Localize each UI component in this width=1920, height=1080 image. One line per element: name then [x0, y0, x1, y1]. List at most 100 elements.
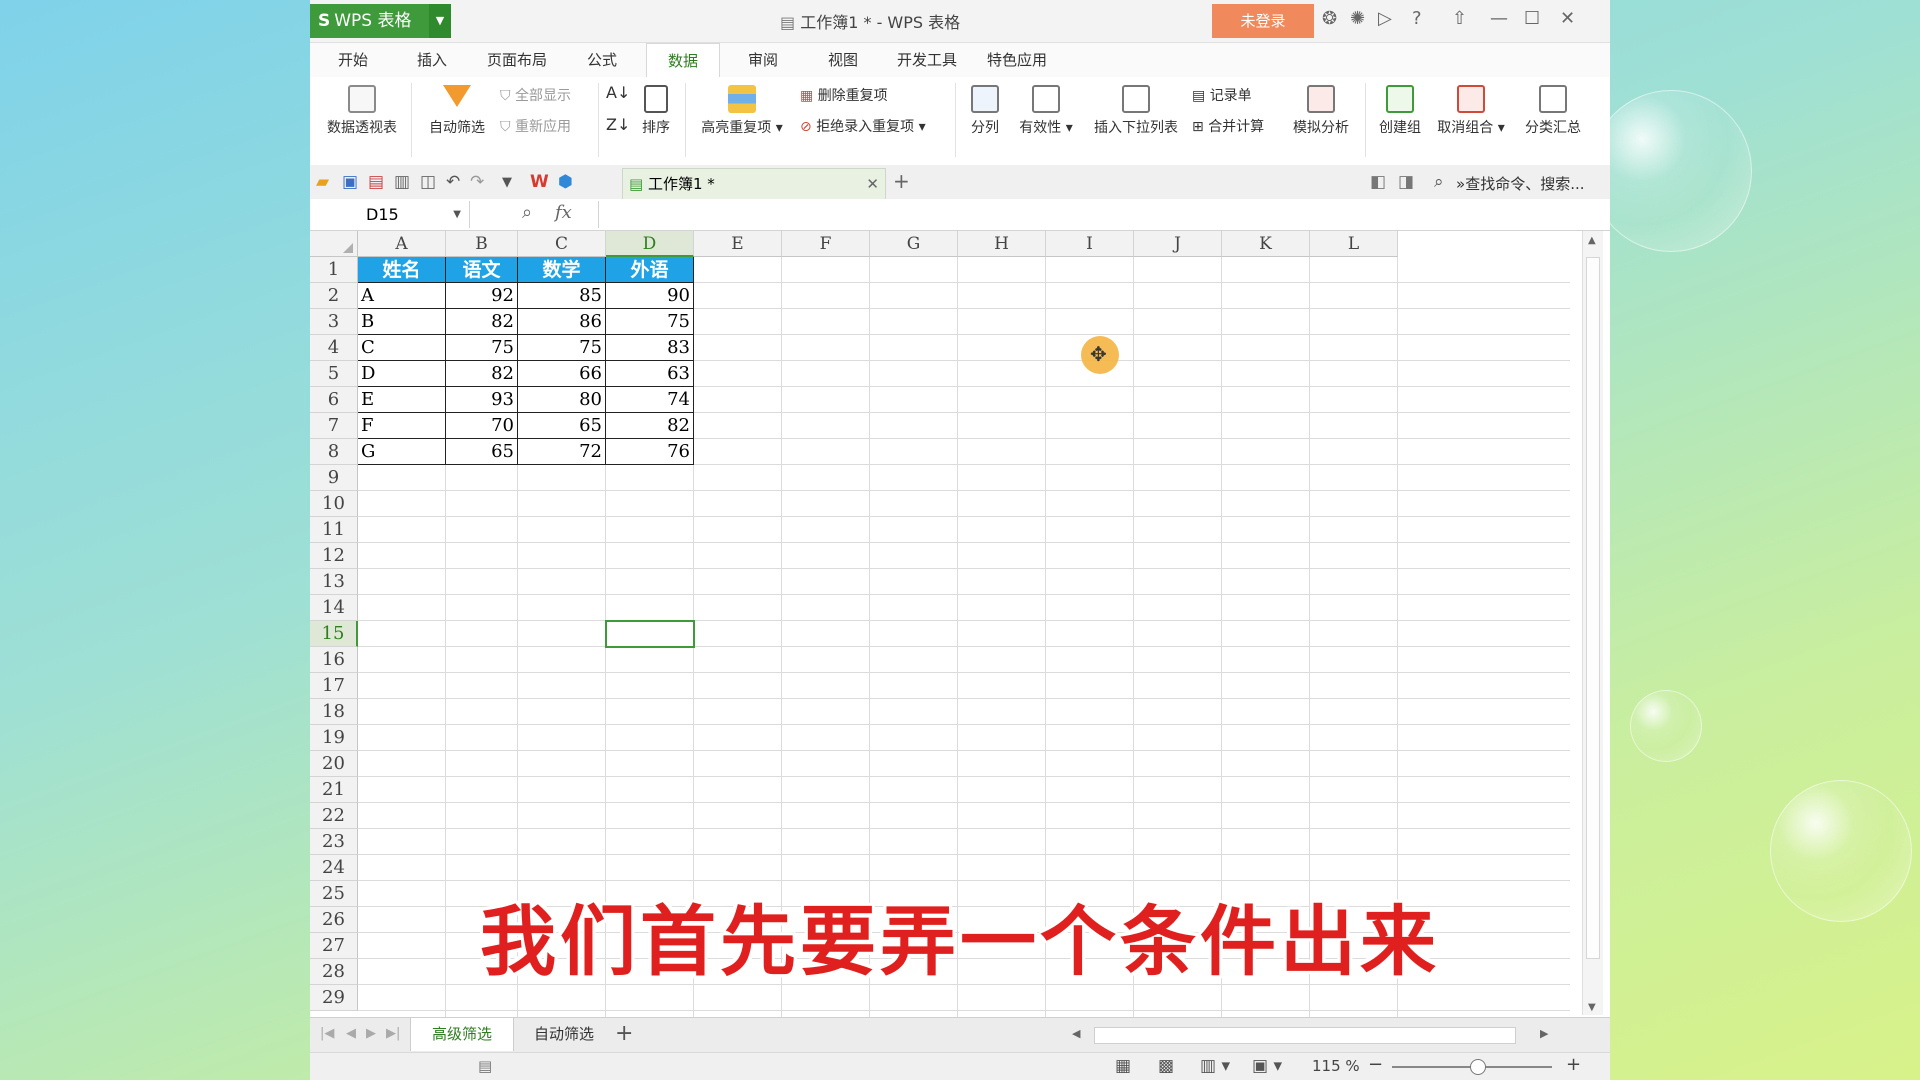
- cell-C7[interactable]: 65: [518, 413, 606, 439]
- row-header-15[interactable]: 15: [310, 621, 358, 647]
- close-icon[interactable]: ✕: [1560, 8, 1575, 29]
- cell-D3[interactable]: 75: [606, 309, 694, 335]
- customize-dropdown-icon[interactable]: ▼: [502, 175, 512, 190]
- cell-C8[interactable]: 72: [518, 439, 606, 465]
- cell-C5[interactable]: 66: [518, 361, 606, 387]
- row-header-17[interactable]: 17: [310, 673, 358, 699]
- cell-A3[interactable]: B: [358, 309, 446, 335]
- redo-icon[interactable]: ↷: [470, 172, 484, 192]
- row-header-6[interactable]: 6: [310, 387, 358, 413]
- cell-B8[interactable]: 65: [446, 439, 518, 465]
- row-header-24[interactable]: 24: [310, 855, 358, 881]
- maximize-icon[interactable]: ☐: [1524, 8, 1540, 29]
- cell-B5[interactable]: 82: [446, 361, 518, 387]
- wps-w-icon[interactable]: W: [530, 172, 549, 192]
- column-header-J[interactable]: J: [1134, 231, 1222, 257]
- zoom-level[interactable]: 115 %: [1312, 1057, 1360, 1075]
- column-header-K[interactable]: K: [1222, 231, 1310, 257]
- cell-B3[interactable]: 82: [446, 309, 518, 335]
- row-header-11[interactable]: 11: [310, 517, 358, 543]
- cell-A4[interactable]: C: [358, 335, 446, 361]
- row-header-22[interactable]: 22: [310, 803, 358, 829]
- tab-review[interactable]: 审阅: [748, 43, 778, 77]
- scroll-thumb[interactable]: [1586, 257, 1600, 959]
- add-sheet-icon[interactable]: +: [615, 1021, 633, 1046]
- subtotal-button[interactable]: 分类汇总: [1520, 85, 1586, 137]
- prev-sheet-icon[interactable]: ◀: [346, 1026, 356, 1041]
- open-folder-icon[interactable]: ▰: [316, 172, 329, 192]
- auto-filter-button[interactable]: 自动筛选: [422, 85, 492, 137]
- row-header-18[interactable]: 18: [310, 699, 358, 725]
- next-sheet-icon[interactable]: ▶: [366, 1026, 376, 1041]
- active-cell-D15[interactable]: [605, 620, 695, 648]
- tab-data[interactable]: 数据: [646, 43, 720, 78]
- chevron-down-icon[interactable]: ▼: [429, 4, 451, 38]
- sort-ascending-icon[interactable]: A↓: [606, 83, 630, 102]
- pin-icon[interactable]: ◨: [1398, 172, 1414, 192]
- name-box[interactable]: D15 ▼: [310, 201, 470, 228]
- tab-page-layout[interactable]: 页面布局: [487, 43, 547, 77]
- zoom-slider-handle[interactable]: [1470, 1059, 1486, 1075]
- cell-A5[interactable]: D: [358, 361, 446, 387]
- column-header-H[interactable]: H: [958, 231, 1046, 257]
- cell-A8[interactable]: G: [358, 439, 446, 465]
- column-header-D[interactable]: D: [606, 231, 694, 257]
- ungroup-button[interactable]: 取消组合 ▾: [1434, 85, 1508, 137]
- print-preview-icon[interactable]: ◫: [420, 172, 436, 192]
- row-header-1[interactable]: 1: [310, 257, 358, 283]
- cell-B7[interactable]: 70: [446, 413, 518, 439]
- cell-D2[interactable]: 90: [606, 283, 694, 309]
- command-search-input[interactable]: »查找命令、搜索...: [1456, 173, 1585, 194]
- export-pdf-icon[interactable]: ▤: [368, 172, 384, 192]
- cell-D5[interactable]: 63: [606, 361, 694, 387]
- cell-B2[interactable]: 92: [446, 283, 518, 309]
- formula-input[interactable]: [598, 201, 1599, 228]
- pivot-table-button[interactable]: 数据透视表: [320, 85, 404, 137]
- column-header-L[interactable]: L: [1310, 231, 1398, 257]
- share-icon[interactable]: ▷: [1378, 8, 1392, 29]
- login-button[interactable]: 未登录: [1212, 4, 1314, 38]
- row-header-10[interactable]: 10: [310, 491, 358, 517]
- tab-developer[interactable]: 开发工具: [897, 43, 957, 77]
- chevron-down-icon[interactable]: ▼: [453, 201, 461, 228]
- row-header-23[interactable]: 23: [310, 829, 358, 855]
- scroll-up-icon[interactable]: ▲: [1588, 235, 1596, 246]
- zoom-in-icon[interactable]: +: [1566, 1054, 1581, 1075]
- print-icon[interactable]: ▥: [394, 172, 410, 192]
- cell-D1[interactable]: 外语: [606, 257, 694, 283]
- cell-D7[interactable]: 82: [606, 413, 694, 439]
- what-if-analysis-button[interactable]: 模拟分析: [1286, 85, 1356, 137]
- new-tab-plus-icon[interactable]: +: [893, 169, 910, 193]
- settings-icon[interactable]: ✺: [1350, 8, 1365, 29]
- undo-icon[interactable]: ↶: [446, 172, 460, 192]
- first-sheet-icon[interactable]: |◀: [320, 1026, 334, 1041]
- column-header-B[interactable]: B: [446, 231, 518, 257]
- page-layout-view-icon[interactable]: ▥ ▾: [1200, 1056, 1230, 1076]
- row-header-5[interactable]: 5: [310, 361, 358, 387]
- save-icon[interactable]: ▣: [342, 172, 358, 192]
- tab-formula[interactable]: 公式: [587, 43, 617, 77]
- column-header-I[interactable]: I: [1046, 231, 1134, 257]
- feedback-icon[interactable]: ◧: [1370, 172, 1386, 192]
- split-column-button[interactable]: 分列: [965, 85, 1005, 137]
- horizontal-scrollbar[interactable]: [1094, 1027, 1516, 1044]
- cell-C3[interactable]: 86: [518, 309, 606, 335]
- cell-D8[interactable]: 76: [606, 439, 694, 465]
- remove-duplicates-button[interactable]: ▦ 删除重复项: [800, 85, 888, 105]
- document-tab[interactable]: ▤ 工作簿1 * ✕: [622, 168, 886, 200]
- column-header-E[interactable]: E: [694, 231, 782, 257]
- last-sheet-icon[interactable]: ▶|: [386, 1026, 400, 1041]
- help-icon[interactable]: ?: [1412, 8, 1422, 29]
- cell-B4[interactable]: 75: [446, 335, 518, 361]
- merge-calculation-button[interactable]: ⊞ 合并计算: [1192, 116, 1264, 136]
- cell-C6[interactable]: 80: [518, 387, 606, 413]
- sheet-tab-advanced-filter[interactable]: 高级筛选: [410, 1018, 514, 1051]
- minimize-icon[interactable]: —: [1490, 8, 1508, 29]
- hscroll-right-icon[interactable]: ▶: [1540, 1027, 1548, 1040]
- tab-special[interactable]: 特色应用: [987, 43, 1047, 77]
- zoom-out-icon[interactable]: −: [1368, 1054, 1383, 1075]
- cell-D4[interactable]: 83: [606, 335, 694, 361]
- tab-start[interactable]: 开始: [338, 43, 368, 77]
- row-header-14[interactable]: 14: [310, 595, 358, 621]
- cell-C2[interactable]: 85: [518, 283, 606, 309]
